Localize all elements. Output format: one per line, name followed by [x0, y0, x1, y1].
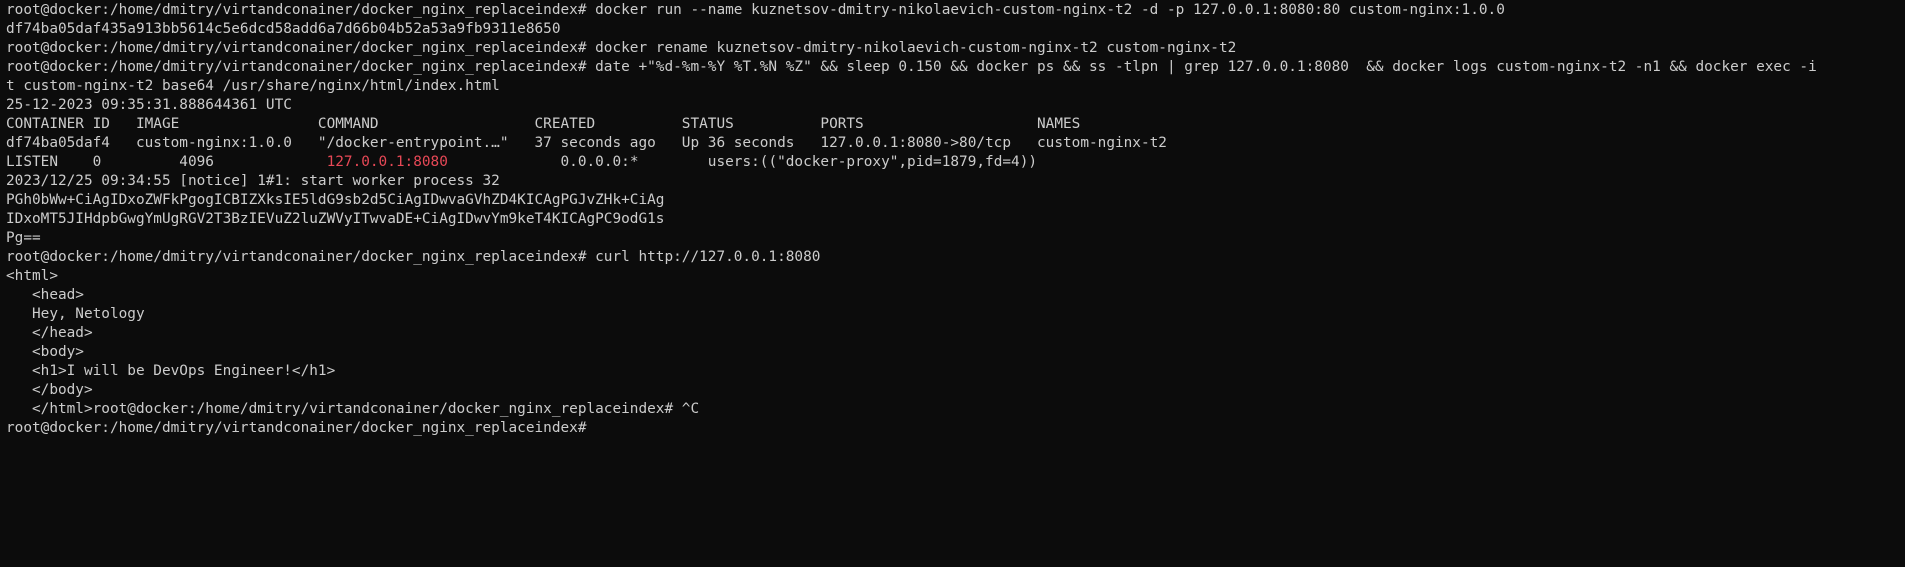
terminal-line: <body> — [6, 344, 84, 360]
terminal-line: PGh0bWw+CiAgIDxoZWFkPgogICBIZXksIE5ldG9s… — [6, 192, 665, 208]
terminal-line: root@docker:/home/dmitry/virtandconainer… — [6, 40, 1237, 56]
terminal-line: <h1>I will be DevOps Engineer!</h1> — [6, 363, 336, 379]
terminal-line: Hey, Netology — [6, 306, 145, 322]
terminal-line: t custom-nginx-t2 base64 /usr/share/ngin… — [6, 78, 500, 94]
terminal-line: </head> — [6, 325, 93, 341]
docker-ps-header-line: CONTAINER ID IMAGE COMMAND CREATED STATU… — [6, 116, 1081, 132]
ss-listen-prefix: LISTEN 0 4096 — [6, 154, 327, 170]
terminal-prompt-line[interactable]: root@docker:/home/dmitry/virtandconainer… — [6, 419, 1905, 438]
terminal-line: root@docker:/home/dmitry/virtandconainer… — [6, 249, 821, 265]
terminal-line: </body> — [6, 382, 93, 398]
terminal-line: Pg== — [6, 230, 41, 246]
terminal-line: IDxoMT5JIHdpbGwgYmUgRGV2T3BzIEVuZ2luZWVy… — [6, 211, 665, 227]
ss-listen-line: LISTEN 0 4096 127.0.0.1:8080 0.0.0.0:* u… — [6, 153, 1905, 172]
terminal-line: </html>root@docker:/home/dmitry/virtandc… — [6, 401, 700, 417]
terminal-line: root@docker:/home/dmitry/virtandconainer… — [6, 2, 1505, 18]
terminal-line: <html> — [6, 268, 58, 284]
ss-listen-suffix: 0.0.0.0:* users:(("docker-proxy",pid=187… — [447, 154, 1038, 170]
terminal-window[interactable]: root@docker:/home/dmitry/virtandconainer… — [0, 0, 1905, 567]
terminal-line: 25-12-2023 09:35:31.888644361 UTC — [6, 97, 292, 113]
docker-ps-row-line: df74ba05daf4 custom-nginx:1.0.0 "/docker… — [6, 135, 1167, 151]
terminal-line: root@docker:/home/dmitry/virtandconainer… — [6, 59, 1817, 75]
terminal-line: <head> — [6, 287, 84, 303]
terminal-line: df74ba05daf435a913bb5614c5e6dcd58add6a7d… — [6, 21, 561, 37]
terminal-line: 2023/12/25 09:34:55 [notice] 1#1: start … — [6, 173, 500, 189]
shell-prompt: root@docker:/home/dmitry/virtandconainer… — [6, 420, 587, 436]
grep-match-highlight: 127.0.0.1:8080 — [326, 154, 448, 170]
